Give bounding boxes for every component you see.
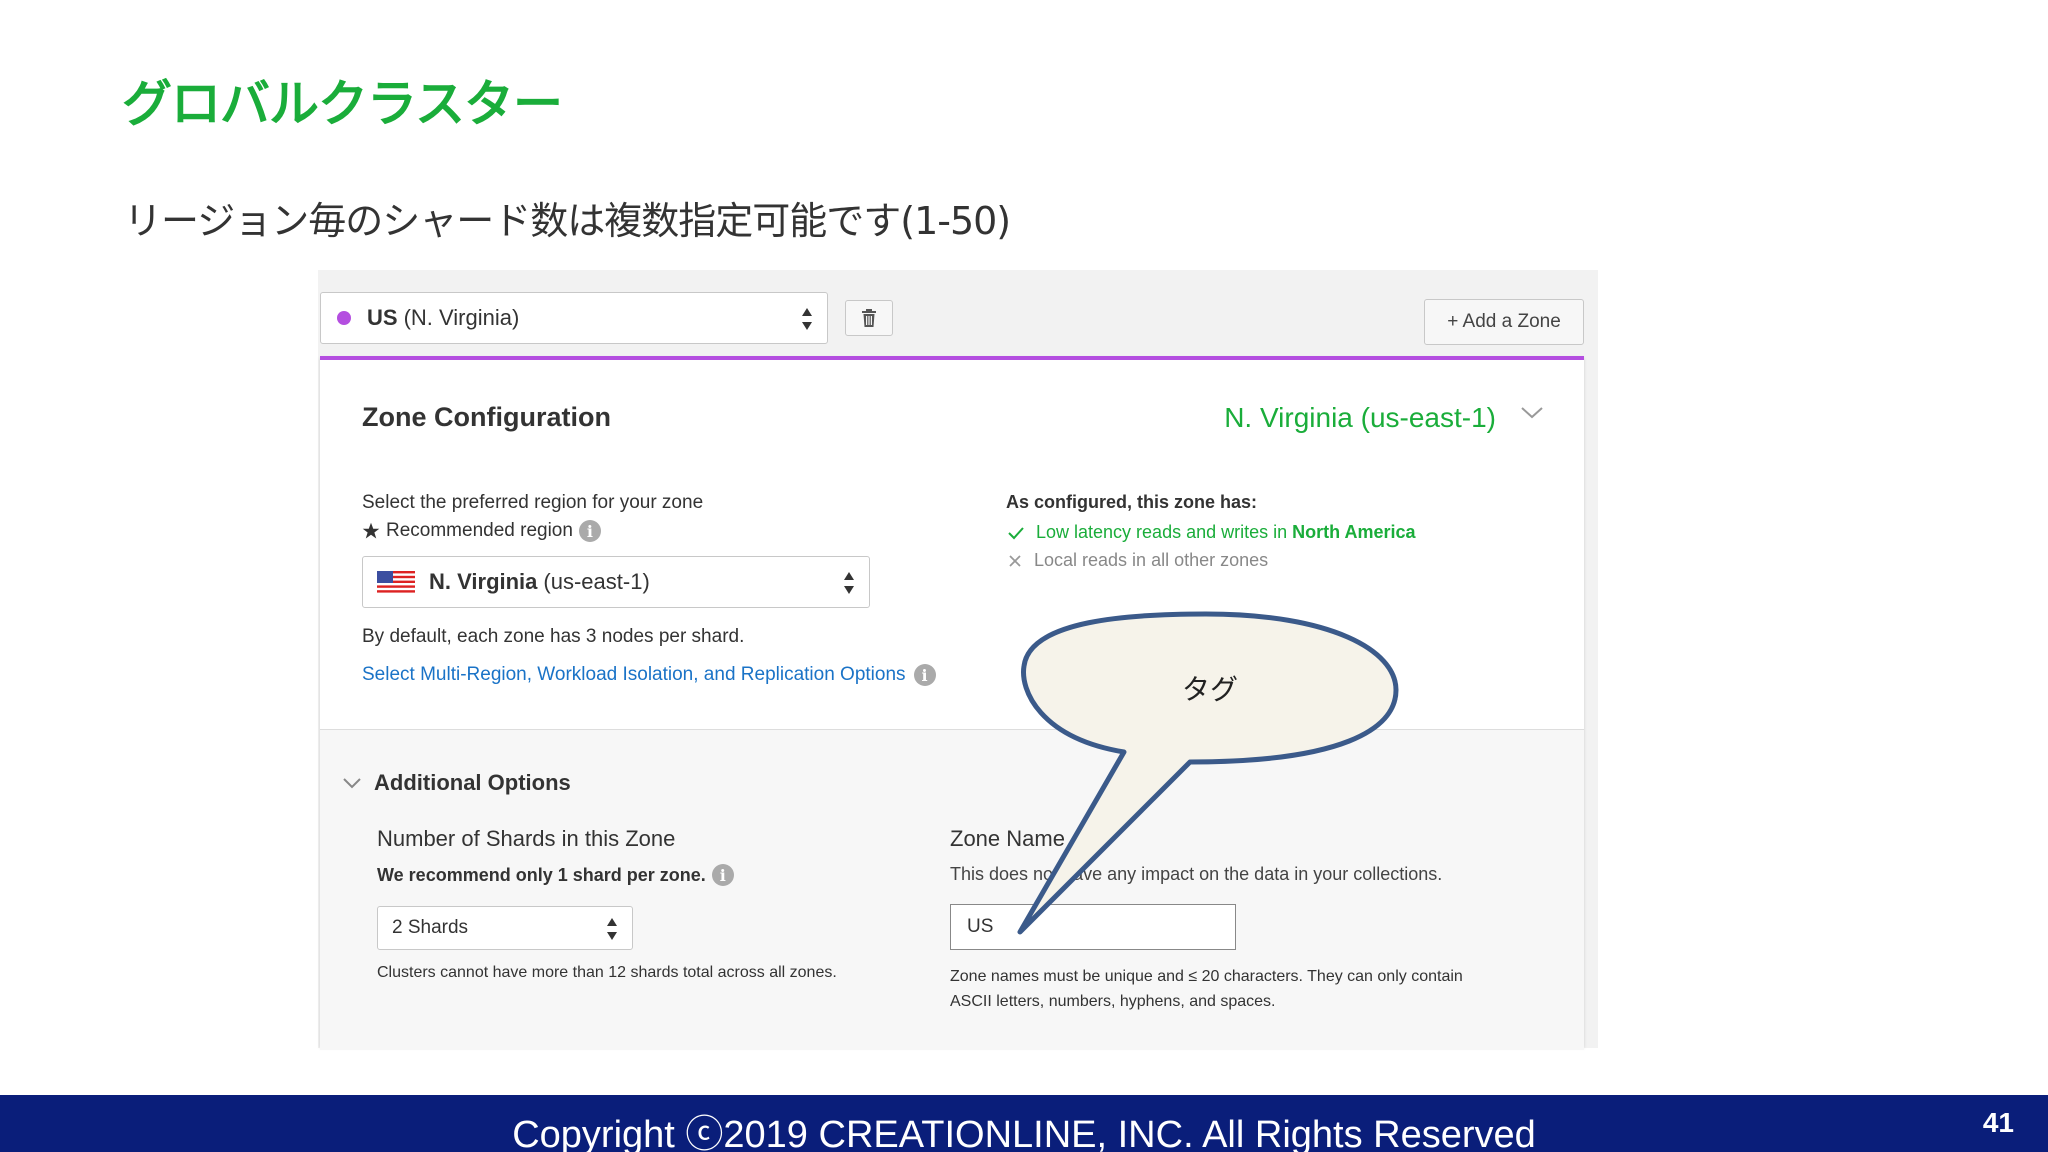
capability-low-latency: Low latency reads and writes in North Am… bbox=[1008, 522, 1416, 543]
info-icon[interactable]: i bbox=[711, 864, 734, 886]
check-icon bbox=[1008, 526, 1024, 539]
select-arrows-icon bbox=[606, 918, 618, 940]
additional-options-toggle[interactable]: Additional Options bbox=[342, 770, 571, 796]
shards-label: Number of Shards in this Zone bbox=[377, 826, 676, 851]
multi-region-link-text[interactable]: Select Multi-Region, Workload Isolation,… bbox=[362, 664, 906, 686]
select-arrows-icon bbox=[801, 308, 813, 330]
additional-options-title: Additional Options bbox=[374, 770, 571, 795]
delete-zone-button[interactable] bbox=[845, 300, 893, 336]
trash-icon bbox=[862, 309, 876, 327]
chevron-down-icon bbox=[343, 778, 361, 789]
chevron-down-icon[interactable] bbox=[1520, 406, 1544, 420]
zone-region-name: (N. Virginia) bbox=[403, 305, 520, 330]
zone-region-code: US bbox=[367, 305, 398, 330]
zone-screenshot: US (N. Virginia) + Add a Zone Zone Confi… bbox=[318, 270, 1598, 1050]
select-arrows-icon bbox=[843, 572, 855, 594]
zone-name-description: This does not have any impact on the dat… bbox=[950, 864, 1443, 884]
zone-region-select[interactable]: US (N. Virginia) bbox=[320, 292, 828, 344]
shards-select[interactable]: 2 Shards bbox=[377, 906, 633, 950]
zone-name-label: Zone Name bbox=[950, 826, 1065, 851]
star-icon bbox=[362, 522, 380, 539]
callout-tag-label: タグ bbox=[1182, 673, 1239, 706]
zone-color-dot bbox=[337, 311, 351, 325]
selected-region-name: N. Virginia bbox=[429, 569, 538, 594]
info-icon[interactable]: i bbox=[913, 664, 936, 686]
add-zone-button[interactable]: + Add a Zone bbox=[1424, 299, 1584, 345]
shards-recommendation-text: We recommend only 1 shard per zone. bbox=[377, 864, 706, 885]
slide-subtitle: リージョン毎のシャード数は複数指定可能です(1-50) bbox=[124, 199, 1011, 243]
shards-limit-note: Clusters cannot have more than 12 shards… bbox=[377, 964, 837, 981]
zone-configuration-panel: Zone Configuration N. Virginia (us-east-… bbox=[320, 356, 1584, 1050]
page-number: 41 bbox=[1982, 1107, 2014, 1138]
shards-value: 2 Shards bbox=[392, 917, 469, 938]
selected-region-code: (us-east-1) bbox=[543, 569, 650, 594]
default-nodes-text: By default, each zone has 3 nodes per sh… bbox=[362, 626, 745, 647]
slide-title: グロバルクラスター bbox=[122, 75, 563, 133]
preferred-region-label: Select the preferred region for your zon… bbox=[362, 492, 704, 513]
capability-1-text: Low latency reads and writes in bbox=[1036, 522, 1288, 542]
additional-options-section: Additional Options Number of Shards in t… bbox=[320, 729, 1584, 1050]
capability-1-region: North America bbox=[1292, 522, 1416, 542]
zone-name-input[interactable] bbox=[950, 904, 1236, 950]
us-flag-icon bbox=[377, 571, 415, 593]
zone-region-display[interactable]: N. Virginia (us-east-1) bbox=[1224, 402, 1496, 434]
info-icon[interactable]: i bbox=[578, 520, 601, 542]
recommended-region-text: Recommended region bbox=[386, 520, 573, 541]
preferred-region-select[interactable]: N. Virginia (us-east-1) bbox=[362, 556, 870, 608]
multi-region-options-link[interactable]: Select Multi-Region, Workload Isolation,… bbox=[362, 664, 936, 686]
x-icon bbox=[1009, 554, 1021, 567]
capability-2-text: Local reads in all other zones bbox=[1034, 550, 1269, 570]
capability-local-reads: Local reads in all other zones bbox=[1008, 550, 1268, 571]
recommended-region-label: Recommended region i bbox=[362, 520, 601, 542]
configured-title: As configured, this zone has: bbox=[1006, 492, 1258, 512]
copyright-text: Copyright ⓒ2019 CREATIONLINE, INC. All R… bbox=[512, 1114, 1536, 1152]
footer-bar: Copyright ⓒ2019 CREATIONLINE, INC. All R… bbox=[0, 1095, 2048, 1152]
zone-name-note: Zone names must be unique and ≤ 20 chara… bbox=[950, 968, 1463, 1010]
shards-recommendation: We recommend only 1 shard per zone. i bbox=[377, 864, 734, 886]
zone-configuration-title: Zone Configuration bbox=[362, 402, 611, 432]
